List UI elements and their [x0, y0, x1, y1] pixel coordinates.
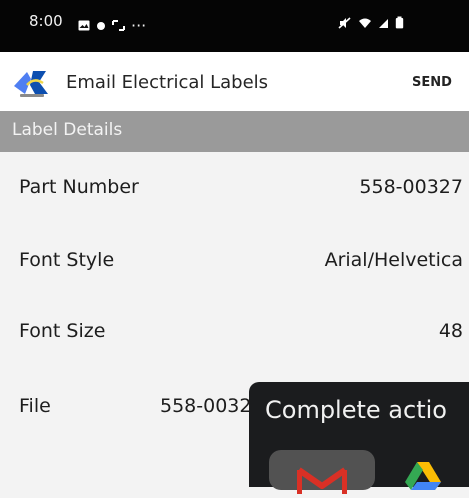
file-value: 558-0032 [160, 395, 252, 417]
mute-icon [338, 14, 352, 33]
font-size-value: 48 [438, 320, 463, 342]
part-number-label: Part Number [19, 176, 139, 198]
section-header: Label Details [0, 111, 469, 152]
app-bar: Email Electrical Labels SEND [0, 52, 469, 111]
file-label: File [19, 395, 51, 417]
more-notifications-icon: ··· [131, 15, 147, 35]
complete-action-dialog: Complete actio [249, 382, 469, 494]
signal-icon [378, 14, 389, 33]
status-bar: 8:00 ··· [0, 0, 469, 52]
send-button[interactable]: SEND [412, 75, 452, 90]
font-style-value: Arial/Helvetica [324, 249, 463, 271]
font-style-label: Font Style [19, 249, 115, 271]
gallery-icon [78, 16, 90, 35]
status-left-icons: ··· [78, 16, 146, 35]
font-style-row: Font Style Arial/Helvetica [0, 249, 469, 321]
font-size-label: Font Size [19, 320, 106, 342]
battery-icon [395, 14, 404, 33]
gmail-app-option[interactable] [269, 450, 375, 494]
section-header-label: Label Details [12, 120, 123, 140]
status-time: 8:00 [29, 12, 63, 30]
gmail-icon [296, 466, 348, 498]
app-logo-icon [9, 66, 55, 100]
app-title: Email Electrical Labels [66, 72, 269, 93]
google-drive-icon[interactable] [405, 462, 441, 494]
wifi-icon [358, 14, 372, 33]
dot-icon [96, 16, 106, 35]
dialog-title: Complete actio [265, 396, 447, 424]
status-right-icons [338, 14, 404, 33]
part-number-row: Part Number 558-00327 [0, 176, 469, 248]
part-number-value: 558-00327 [359, 176, 463, 198]
screenshot-icon [112, 16, 125, 35]
